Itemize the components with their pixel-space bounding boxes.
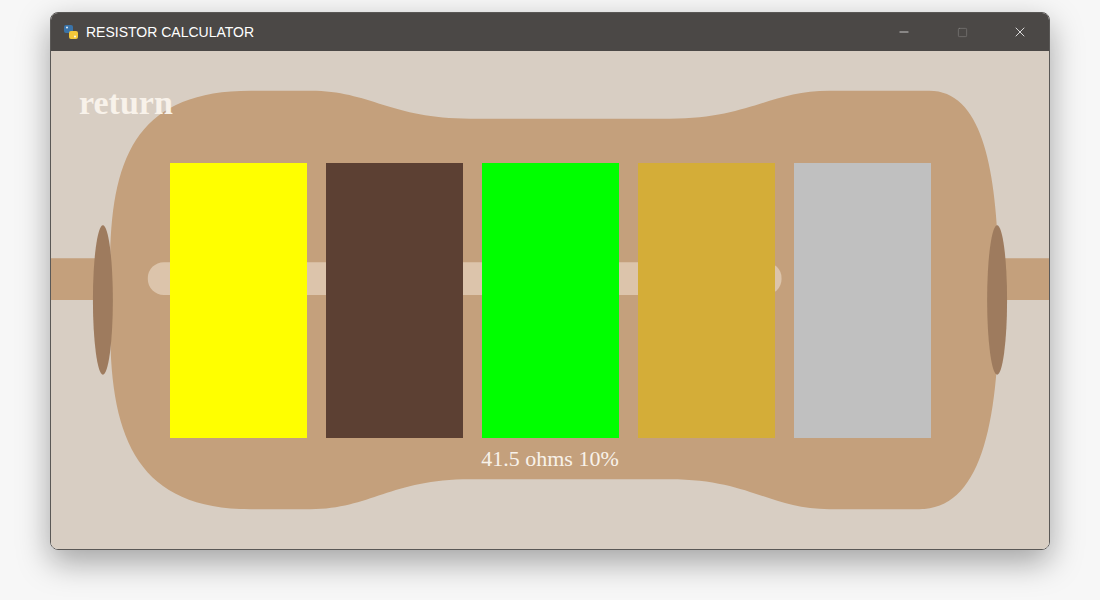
content: return 41.5 ohms 10% (51, 51, 1049, 549)
band-row (51, 163, 1049, 438)
maximize-button (933, 13, 991, 51)
desktop: RESISTOR CALCULATOR return 41.5 ohms 10% (0, 0, 1100, 600)
color-band[interactable] (326, 163, 463, 438)
color-band[interactable] (482, 163, 619, 438)
title-bar: RESISTOR CALCULATOR (51, 13, 1049, 51)
app-window: RESISTOR CALCULATOR return 41.5 ohms 10% (50, 12, 1050, 550)
result-label: 41.5 ohms 10% (51, 446, 1049, 472)
minimize-button[interactable] (875, 13, 933, 51)
color-band[interactable] (638, 163, 775, 438)
color-band[interactable] (170, 163, 307, 438)
color-band[interactable] (794, 163, 931, 438)
window-title: RESISTOR CALCULATOR (86, 24, 875, 40)
maximize-icon (957, 27, 968, 38)
python-icon (62, 23, 80, 41)
minimize-icon (897, 25, 911, 39)
return-button[interactable]: return (77, 85, 175, 121)
close-icon (1012, 24, 1028, 40)
close-button[interactable] (991, 13, 1049, 51)
